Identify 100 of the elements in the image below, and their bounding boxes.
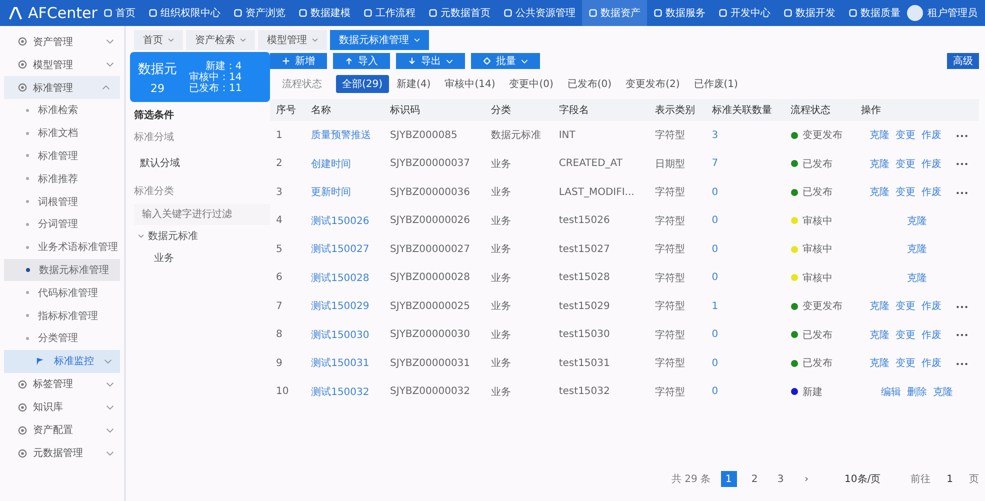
- tree-node[interactable]: 数据元标准: [134, 225, 270, 247]
- nav-icon: [589, 9, 598, 17]
- name-link[interactable]: 质量预警推送: [311, 130, 372, 142]
- action-link[interactable]: 克隆: [869, 301, 890, 312]
- status-chip[interactable]: 已发布(0): [561, 75, 618, 93]
- more-icon[interactable]: [956, 162, 968, 166]
- page-tab[interactable]: 资产检索: [186, 30, 255, 50]
- nav-tab[interactable]: 开发中心: [712, 0, 778, 26]
- action-link[interactable]: 克隆: [869, 358, 890, 370]
- status-chip[interactable]: 新建(4): [390, 75, 437, 93]
- user-name[interactable]: 租户管理员: [927, 6, 978, 20]
- advanced-button[interactable]: 高级: [947, 53, 979, 69]
- submenu-item[interactable]: 业务术语标准管理: [0, 236, 124, 259]
- name-link[interactable]: 测试150026: [311, 216, 370, 227]
- nav-tab[interactable]: 首页: [97, 0, 142, 26]
- nav-tab[interactable]: 元数据首页: [422, 0, 498, 26]
- action-link[interactable]: 变更: [895, 130, 916, 142]
- action-link[interactable]: 作废: [921, 187, 942, 198]
- filter-input[interactable]: 输入关键字进行过滤: [134, 204, 270, 225]
- status-chip[interactable]: 全部(29): [336, 75, 389, 93]
- nav-tab[interactable]: 组织权限中心: [142, 0, 228, 26]
- domain-select[interactable]: 默认分域: [134, 150, 270, 176]
- status-chip[interactable]: 审核中(14): [438, 75, 502, 93]
- action-link[interactable]: 编辑: [880, 386, 901, 398]
- action-link[interactable]: 克隆: [906, 272, 927, 284]
- status-chip[interactable]: 变更中(0): [503, 75, 560, 93]
- next-page-button[interactable]: ›: [798, 471, 815, 487]
- page-button[interactable]: 2: [746, 471, 763, 487]
- name-link[interactable]: 测试150028: [311, 272, 370, 284]
- name-link[interactable]: 测试150027: [311, 244, 370, 256]
- sidebar-item[interactable]: 标签管理: [0, 372, 124, 396]
- action-link[interactable]: 删除: [906, 386, 927, 398]
- sidebar-item[interactable]: 标准管理: [4, 76, 120, 99]
- action-link[interactable]: 变更: [895, 158, 916, 170]
- name-link[interactable]: 测试150031: [311, 358, 370, 370]
- more-icon[interactable]: [956, 362, 968, 366]
- submenu-item[interactable]: 数据元标准管理: [4, 258, 120, 282]
- more-icon[interactable]: [956, 304, 968, 309]
- action-link[interactable]: 变更: [895, 358, 916, 370]
- chevron-icon: [102, 85, 110, 90]
- nav-tab[interactable]: 工作流程: [357, 0, 422, 26]
- status-chip[interactable]: 变更发布(2): [620, 75, 686, 93]
- action-link[interactable]: 变更: [895, 301, 916, 312]
- nav-tab[interactable]: 数据服务: [647, 0, 712, 26]
- name-link[interactable]: 测试150029: [311, 301, 370, 312]
- sidebar-item[interactable]: 资产配置: [0, 418, 124, 442]
- submenu-item[interactable]: 词根管理: [0, 190, 124, 213]
- sidebar-item[interactable]: 模型管理: [0, 53, 124, 76]
- action-link[interactable]: 变更: [895, 330, 916, 341]
- more-icon[interactable]: [956, 333, 968, 338]
- more-icon[interactable]: [956, 134, 968, 138]
- toolbar-button[interactable]: 导入: [333, 53, 390, 69]
- submenu-item[interactable]: 分词管理: [0, 212, 124, 236]
- action-link[interactable]: 作废: [921, 358, 942, 370]
- page-tab[interactable]: 数据元标准管理: [330, 30, 429, 50]
- tree-node[interactable]: 业务: [134, 247, 270, 269]
- submenu-item[interactable]: 标准管理: [0, 144, 124, 168]
- nav-tab[interactable]: 数据资产: [582, 0, 648, 26]
- action-link[interactable]: 作废: [921, 158, 942, 170]
- action-link[interactable]: 克隆: [932, 386, 953, 398]
- nav-tab[interactable]: 数据质量: [842, 0, 908, 26]
- nav-tab[interactable]: 公共资源管理: [497, 0, 582, 26]
- action-link[interactable]: 克隆: [869, 130, 890, 142]
- sidebar-item[interactable]: 知识库: [0, 396, 124, 419]
- page-tab[interactable]: 模型管理: [258, 30, 327, 50]
- name-link[interactable]: 测试150030: [311, 330, 370, 341]
- action-link[interactable]: 变更: [895, 187, 916, 198]
- action-link[interactable]: 克隆: [869, 330, 890, 341]
- sidebar-item[interactable]: 元数据管理: [0, 442, 124, 465]
- submenu-item[interactable]: 分类管理: [0, 326, 124, 350]
- action-link[interactable]: 克隆: [869, 187, 890, 198]
- toolbar-button[interactable]: 导出: [396, 53, 465, 69]
- toolbar-button[interactable]: 新增: [270, 53, 327, 69]
- action-link[interactable]: 作废: [921, 330, 942, 341]
- action-link[interactable]: 克隆: [906, 244, 927, 256]
- page-tab[interactable]: 首页: [134, 30, 183, 50]
- goto-input[interactable]: 1: [940, 474, 959, 484]
- status-chip[interactable]: 已作废(1): [688, 75, 744, 93]
- action-link[interactable]: 克隆: [869, 158, 890, 170]
- nav-tab[interactable]: 数据建模: [292, 0, 358, 26]
- submenu-item[interactable]: 代码标准管理: [0, 281, 124, 304]
- page-size-select[interactable]: 10条/页: [844, 472, 881, 486]
- page-button[interactable]: 1: [720, 471, 737, 487]
- name-link[interactable]: 测试150032: [311, 386, 370, 398]
- action-link[interactable]: 克隆: [906, 216, 927, 227]
- more-icon[interactable]: [956, 190, 968, 195]
- submenu-item[interactable]: 标准推荐: [0, 167, 124, 190]
- page-button[interactable]: 3: [772, 471, 789, 487]
- name-link[interactable]: 更新时间: [311, 187, 352, 198]
- submenu-item[interactable]: 指标标准管理: [0, 304, 124, 327]
- sidebar-item[interactable]: 资产管理: [0, 30, 124, 53]
- action-link[interactable]: 作废: [921, 301, 942, 312]
- toolbar-button[interactable]: 批量: [471, 53, 540, 69]
- submenu-item[interactable]: 标准检索: [0, 99, 124, 122]
- submenu-item[interactable]: 标准监控: [4, 350, 120, 373]
- nav-tab[interactable]: 资产浏览: [227, 0, 292, 26]
- action-link[interactable]: 作废: [921, 130, 942, 142]
- name-link[interactable]: 创建时间: [311, 158, 352, 170]
- nav-tab[interactable]: 数据开发: [777, 0, 842, 26]
- submenu-item[interactable]: 标准文档: [0, 122, 124, 145]
